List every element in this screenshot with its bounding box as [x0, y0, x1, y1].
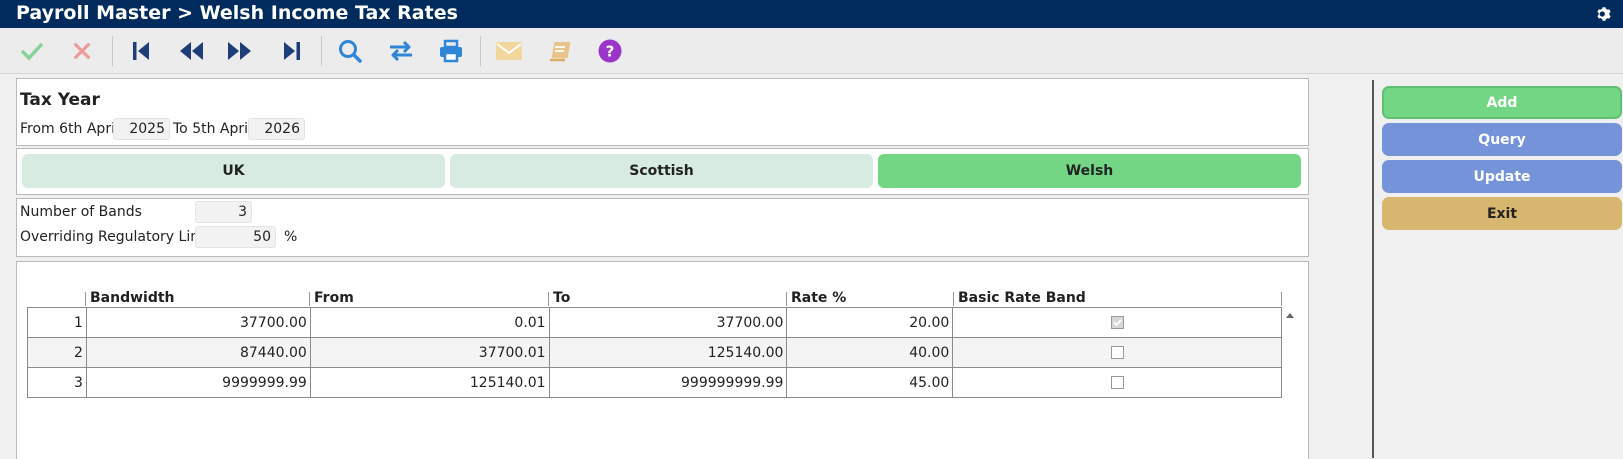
tab-scottish[interactable]: Scottish [450, 154, 873, 188]
cell-to[interactable]: 37700.00 [548, 307, 788, 338]
table-row[interactable]: 1 37700.00 0.01 37700.00 20.00 [27, 307, 1282, 338]
cell-from[interactable]: 37700.01 [309, 337, 550, 368]
row-number: 2 [27, 337, 87, 368]
transfer-icon[interactable] [386, 37, 416, 65]
percent-unit: % [284, 229, 298, 245]
number-of-bands-field[interactable]: 3 [195, 201, 252, 223]
row-number: 3 [27, 367, 87, 398]
title-bar: Payroll Master > Welsh Income Tax Rates [0, 0, 1623, 28]
tab-label: UK [222, 163, 245, 179]
from-year-field[interactable]: 2025 [113, 118, 170, 140]
scroll-up-icon[interactable] [1285, 311, 1295, 319]
print-icon[interactable] [436, 37, 466, 65]
tab-label: Welsh [1065, 163, 1114, 179]
toolbar-divider [321, 36, 322, 66]
add-button[interactable]: Add [1382, 86, 1622, 119]
toolbar-divider [112, 36, 113, 66]
first-record-icon[interactable] [126, 37, 156, 65]
col-header-bandwidth[interactable]: Bandwidth [90, 290, 175, 306]
svg-text:?: ? [606, 43, 615, 61]
to-label: To 5th April [173, 121, 252, 137]
cell-basic-rate-band [952, 337, 1282, 368]
cell-basic-rate-band [952, 367, 1282, 398]
table-row[interactable]: 2 87440.00 37700.01 125140.00 40.00 [27, 337, 1282, 368]
cell-rate[interactable]: 40.00 [786, 337, 954, 368]
col-header-to[interactable]: To [553, 290, 570, 306]
toolbar: ? [0, 28, 1623, 74]
table-row[interactable]: 3 9999999.99 125140.01 999999999.99 45.0… [27, 367, 1282, 398]
cell-to[interactable]: 999999999.99 [548, 367, 788, 398]
to-year-field[interactable]: 2026 [248, 118, 305, 140]
help-icon[interactable]: ? [595, 37, 625, 65]
update-button[interactable]: Update [1382, 160, 1622, 193]
last-record-icon[interactable] [277, 37, 307, 65]
tab-label: Scottish [629, 163, 694, 179]
header-divider [953, 292, 954, 306]
gear-icon[interactable] [1595, 5, 1613, 23]
accept-icon[interactable] [17, 37, 47, 65]
exit-button[interactable]: Exit [1382, 197, 1622, 230]
cell-bandwidth[interactable]: 87440.00 [85, 337, 311, 368]
row-number: 1 [27, 307, 87, 338]
number-of-bands-label: Number of Bands [20, 204, 142, 220]
basic-rate-band-checkbox[interactable] [1110, 376, 1124, 389]
cell-rate[interactable]: 45.00 [786, 367, 954, 398]
next-record-icon[interactable] [225, 37, 255, 65]
email-icon[interactable] [494, 37, 524, 65]
tab-uk[interactable]: UK [22, 154, 445, 188]
col-header-rate[interactable]: Rate % [791, 290, 846, 306]
tab-welsh[interactable]: Welsh [878, 154, 1301, 188]
header-divider [309, 292, 310, 306]
search-icon[interactable] [335, 37, 365, 65]
cell-rate[interactable]: 20.00 [786, 307, 954, 338]
cell-bandwidth[interactable]: 37700.00 [85, 307, 311, 338]
toolbar-divider [480, 36, 481, 66]
from-label: From 6th April [20, 121, 119, 137]
regulatory-limit-label: Overriding Regulatory Limit [20, 229, 214, 245]
col-header-basic-rate-band[interactable]: Basic Rate Band [958, 290, 1086, 306]
header-divider [1281, 292, 1282, 306]
cell-bandwidth[interactable]: 9999999.99 [85, 367, 311, 398]
header-divider [85, 292, 86, 306]
col-header-from[interactable]: From [314, 290, 354, 306]
basic-rate-band-checkbox[interactable] [1110, 316, 1124, 329]
window-title: Payroll Master > Welsh Income Tax Rates [16, 2, 458, 24]
cell-to[interactable]: 125140.00 [548, 337, 788, 368]
query-button[interactable]: Query [1382, 123, 1622, 156]
panel-divider [1372, 80, 1374, 458]
tax-bands-table: 1 37700.00 0.01 37700.00 20.00 2 87440.0… [27, 307, 1282, 398]
basic-rate-band-checkbox[interactable] [1110, 346, 1124, 359]
tax-year-heading: Tax Year [20, 90, 100, 110]
cell-basic-rate-band [952, 307, 1282, 338]
cancel-icon[interactable] [67, 37, 97, 65]
cell-from[interactable]: 125140.01 [309, 367, 550, 398]
regulatory-limit-field[interactable]: 50 [195, 226, 276, 248]
header-divider [786, 292, 787, 306]
previous-record-icon[interactable] [176, 37, 206, 65]
header-divider [548, 292, 549, 306]
cell-from[interactable]: 0.01 [309, 307, 550, 338]
notes-book-icon[interactable] [544, 37, 574, 65]
